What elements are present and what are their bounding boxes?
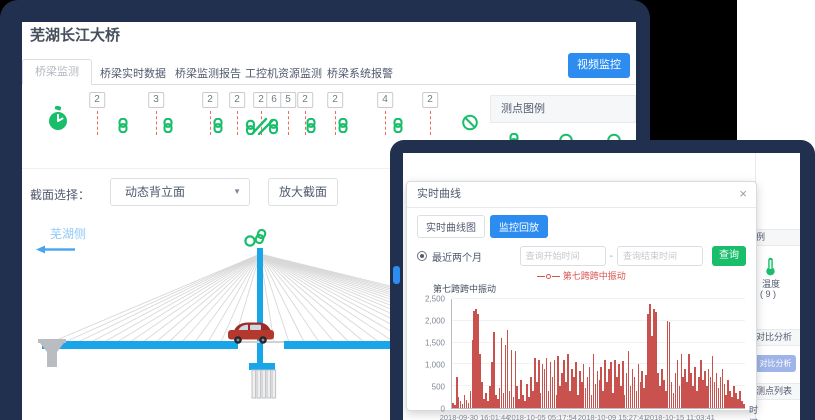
- close-icon[interactable]: ×: [739, 186, 747, 202]
- car: [228, 323, 274, 344]
- section-select-label: 截面选择：: [30, 186, 90, 203]
- tab-monitor-playback[interactable]: 监控回放: [490, 215, 548, 238]
- video-monitoring-button[interactable]: 视频监控: [568, 53, 630, 78]
- overlay-window-frame: 例 温度 ( 9 ) 对比分析 对比分析 测点列表 实时曲线 × 实时曲线图: [390, 140, 815, 420]
- backdrop-white: [737, 0, 815, 140]
- legend-series-label: 第七跨跨中振动: [563, 271, 626, 281]
- sensor-count-badge: 2: [229, 92, 245, 108]
- x-tick-label: 2018-10-05 05:17:54: [507, 413, 577, 420]
- tower-top-sensor-icons: [245, 229, 266, 246]
- chevron-down-icon: ▼: [233, 179, 241, 205]
- x-tick-label: 2018-09-30 16:01:44: [440, 413, 510, 420]
- sensor-count-badge: 2: [89, 92, 105, 108]
- section-select-value: 动态背立面: [125, 179, 185, 205]
- sensor-count-badge: 3: [148, 92, 164, 108]
- sensor-count-badge: 2: [297, 92, 313, 108]
- page-title: 芜湖长江大桥: [30, 24, 120, 45]
- y-tick-label: 2,500: [425, 295, 445, 304]
- left-pier: [38, 339, 66, 367]
- gridline: [452, 342, 745, 343]
- legend-panel-title: 测点图例: [490, 95, 636, 123]
- query-button[interactable]: 查询: [712, 246, 746, 266]
- gridline: [452, 298, 745, 299]
- query-end-time-input[interactable]: [617, 246, 703, 266]
- y-tick-label: 1,500: [425, 339, 445, 348]
- tab-bridge-realtime-data[interactable]: 桥梁实时数据: [100, 65, 166, 81]
- y-axis-labels: 2,5002,0001,5001,0005000: [417, 299, 447, 409]
- bridge-deck-left: [42, 341, 238, 349]
- sensor-count-badge: 5: [280, 92, 296, 108]
- legend-panel-header-fragment: 例: [751, 229, 800, 246]
- scrollbar-thumb[interactable]: [393, 266, 400, 284]
- no-entry-icon[interactable]: [462, 114, 479, 136]
- dialog-tabs: 实时曲线图 监控回放: [417, 215, 746, 238]
- tab-bridge-report[interactable]: 桥梁监测报告: [175, 65, 241, 81]
- sensor-drop-line: [288, 111, 289, 135]
- point-list-header: 测点列表: [751, 383, 800, 400]
- x-axis-labels: 2018-09-30 16:01:442018-10-05 05:17:5420…: [451, 413, 745, 420]
- chart-bar: [743, 404, 745, 408]
- sensor-count-badge: 2: [422, 92, 438, 108]
- section-select-dropdown[interactable]: 动态背立面 ▼: [110, 178, 250, 206]
- chart-plot: [451, 299, 745, 409]
- sensor-count-badge: 2: [327, 92, 343, 108]
- dialog-title: 实时曲线: [407, 182, 756, 208]
- tower-footing: [249, 363, 275, 370]
- chain-link-icon[interactable]: [393, 118, 404, 138]
- chain-link-icon[interactable]: [213, 118, 224, 138]
- y-tick-label: 500: [432, 383, 445, 392]
- sensor-drop-line: [237, 111, 238, 135]
- temperature-count: ( 9 ): [760, 289, 776, 299]
- sensor-drop-line: [430, 111, 431, 135]
- sensor-drop-line: [210, 111, 211, 135]
- overlay-window: 例 温度 ( 9 ) 对比分析 对比分析 测点列表 实时曲线 × 实时曲线图: [403, 153, 800, 420]
- legend-marker-icon: [546, 274, 551, 279]
- realtime-curve-dialog: 实时曲线 × 实时曲线图 监控回放 最近两个月 - 查询: [406, 181, 757, 411]
- stopwatch-icon[interactable]: [47, 106, 69, 137]
- query-start-time-input[interactable]: [520, 246, 606, 266]
- y-tick-label: 1,000: [425, 361, 445, 370]
- expansion-joint-icon[interactable]: [245, 116, 279, 140]
- tower-piles: [252, 370, 276, 398]
- tab-bridge-system-alarm[interactable]: 桥梁系统报警: [327, 65, 393, 81]
- tab-ipc-resource-monitoring[interactable]: 工控机资源监测: [245, 65, 322, 81]
- sensor-count-badge: 4: [377, 92, 393, 108]
- x-tick-label: 2018-10-15 11:03:41: [646, 413, 715, 420]
- compare-analysis-header: 对比分析: [751, 329, 800, 346]
- chart-legend[interactable]: 第七跨跨中振动: [417, 269, 746, 281]
- compare-analysis-button[interactable]: 对比分析: [755, 355, 796, 372]
- chain-link-icon[interactable]: [338, 118, 349, 138]
- tab-realtime-curve[interactable]: 实时曲线图: [417, 215, 485, 238]
- tab-bridge-monitoring[interactable]: 桥梁监测: [22, 59, 92, 85]
- x-tick-label: 2018-10-09 15:27:41: [578, 413, 648, 420]
- tabs-divider: [22, 84, 636, 85]
- y-tick-label: 2,000: [425, 317, 445, 326]
- sensor-drop-line: [385, 111, 386, 135]
- chart-title: 第七跨跨中振动: [433, 282, 746, 295]
- chain-link-icon[interactable]: [306, 118, 317, 138]
- recent-two-months-radio[interactable]: [417, 251, 427, 261]
- gridline: [452, 320, 745, 321]
- sensor-drop-line: [156, 111, 157, 135]
- chain-link-icon[interactable]: [118, 118, 129, 138]
- chain-link-icon[interactable]: [163, 118, 174, 138]
- sensor-count-badge: 2: [202, 92, 218, 108]
- vibration-chart: 第七跨跨中振动 2,5002,0001,5001,0005000 2018-09…: [417, 282, 746, 420]
- range-separator: -: [610, 251, 613, 262]
- radio-label: 最近两个月: [432, 249, 482, 264]
- bridge-tower: [257, 248, 263, 366]
- screenshot-stage: 芜湖长江大桥 桥梁监测 桥梁实时数据 桥梁监测报告 工控机资源监测 桥梁系统报警…: [0, 0, 815, 420]
- x-axis-title: 时间: [749, 403, 758, 420]
- enlarge-section-button[interactable]: 放大截面: [268, 178, 338, 206]
- sensor-drop-line: [97, 111, 98, 135]
- sensor-drop-line: [335, 111, 336, 135]
